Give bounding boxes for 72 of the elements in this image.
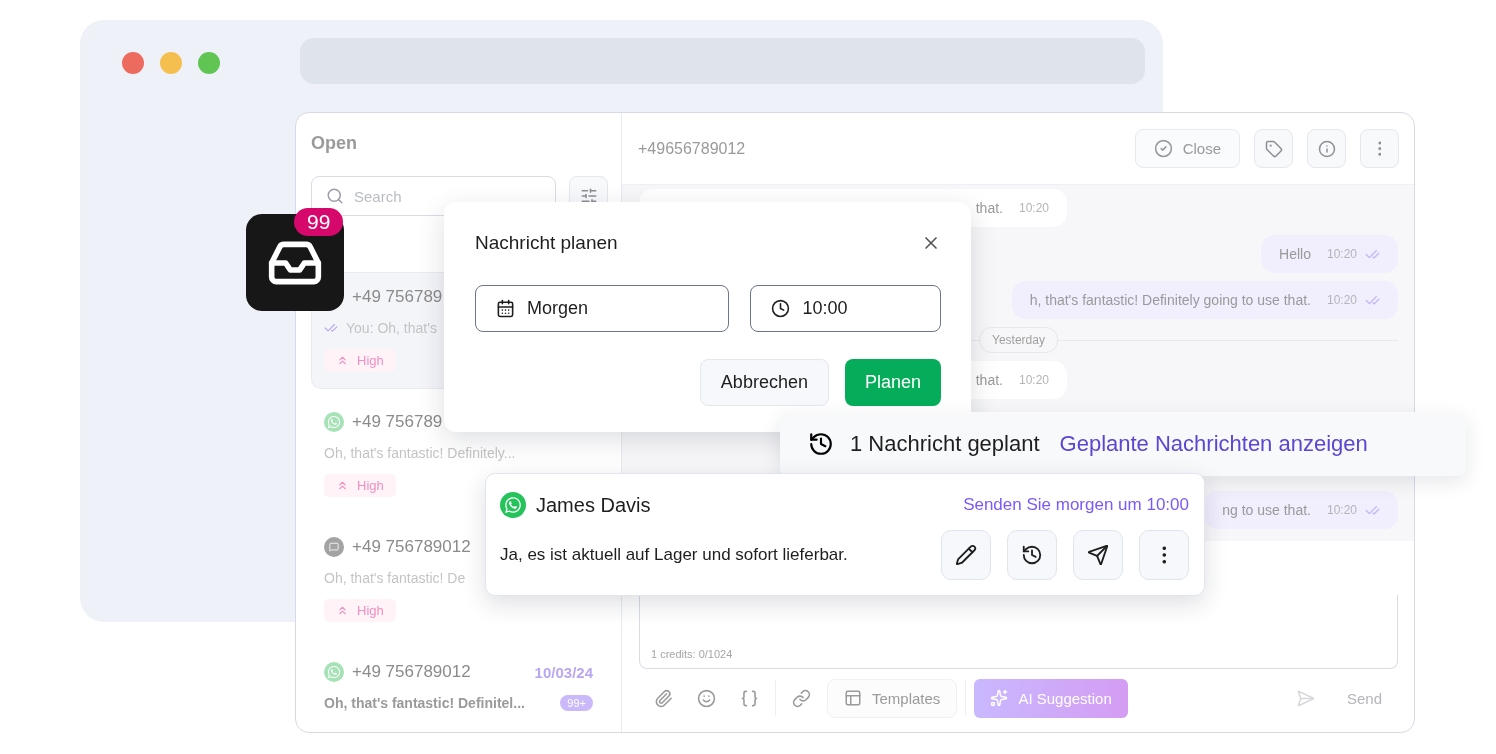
message-text: that. bbox=[975, 200, 1003, 216]
reschedule-button[interactable] bbox=[1007, 530, 1057, 580]
message-text: that. bbox=[975, 372, 1003, 388]
message-text: Hello bbox=[1279, 246, 1311, 262]
chat-bubble-icon bbox=[324, 537, 344, 557]
phone-number: +49 756789 bbox=[352, 287, 443, 307]
contact-name: James Davis bbox=[536, 493, 651, 517]
send-button[interactable] bbox=[1073, 530, 1123, 580]
edit-button[interactable] bbox=[941, 530, 991, 580]
message-time: 10:20 bbox=[1326, 293, 1357, 307]
search-icon bbox=[326, 187, 344, 205]
pencil-icon bbox=[955, 544, 977, 566]
window-dot[interactable] bbox=[160, 52, 182, 74]
message-preview: Oh, that's fantastic! Definitely... bbox=[324, 445, 516, 461]
clock-history-icon bbox=[1021, 544, 1043, 566]
send-icon bbox=[1087, 544, 1109, 566]
inbox-title: Open bbox=[311, 133, 358, 155]
view-scheduled-link[interactable]: Geplante Nachrichten anzeigen bbox=[1059, 431, 1368, 457]
scheduled-count: 1 Nachricht geplant bbox=[850, 431, 1040, 457]
whatsapp-icon bbox=[324, 412, 344, 432]
info-icon bbox=[1317, 139, 1336, 158]
scheduled-text: Ja, es ist aktuell auf Lager und sofort lieferbar. bbox=[500, 545, 848, 565]
sparkles-icon bbox=[990, 689, 1009, 707]
whatsapp-icon bbox=[500, 492, 526, 518]
message-preview: Oh, that's fantastic! De bbox=[324, 570, 466, 586]
clock-history-icon bbox=[808, 431, 834, 457]
sliders-icon bbox=[579, 186, 598, 205]
schedule-button[interactable]: Planen bbox=[844, 359, 941, 406]
send-time: Senden Sie morgen um 10:00 bbox=[963, 495, 1189, 515]
message-text: ng to use that. bbox=[1222, 502, 1311, 518]
dialog-title: Nachricht planen bbox=[475, 232, 618, 254]
calendar-icon bbox=[496, 299, 515, 318]
date-field[interactable]: Morgen bbox=[475, 285, 730, 332]
chevrons-up-icon bbox=[336, 604, 349, 617]
whatsapp-icon bbox=[324, 662, 344, 682]
credits-counter: 1 credits: 0/1024 bbox=[651, 648, 733, 660]
time-field[interactable]: 10:00 bbox=[750, 285, 941, 332]
priority-tag: High bbox=[324, 349, 396, 372]
window-dot[interactable] bbox=[122, 52, 144, 74]
templates-button[interactable]: Templates bbox=[827, 678, 958, 718]
priority-tag: High bbox=[324, 599, 396, 622]
message-input[interactable]: 1 credits: 0/1024 bbox=[639, 595, 1398, 669]
message-time: 10:20 bbox=[1326, 247, 1357, 261]
phone-number: +49 756789012 bbox=[352, 537, 471, 557]
message-text: h, that's fantastic! Definitely going to use that. bbox=[1029, 292, 1311, 308]
message-time: 10:20 bbox=[1326, 503, 1357, 517]
notification-badge: 99 bbox=[294, 208, 344, 236]
close-conversation-button[interactable]: Close bbox=[1134, 129, 1240, 168]
tag-button[interactable] bbox=[1254, 129, 1293, 168]
template-icon bbox=[844, 689, 862, 707]
ai-suggestion-button[interactable]: AI Suggestion bbox=[974, 678, 1128, 718]
window-dot[interactable] bbox=[198, 52, 220, 74]
message-preview: Oh, that's fantastic! Definitel... bbox=[324, 695, 525, 711]
conversation-date: 10/03/24 bbox=[534, 663, 593, 681]
inbox-app-icon[interactable] bbox=[246, 214, 344, 311]
tag-icon bbox=[1264, 139, 1283, 158]
check-circle-icon bbox=[1153, 139, 1173, 158]
chevrons-up-icon bbox=[336, 479, 349, 492]
phone-number: +49 756789 bbox=[352, 412, 443, 432]
message-time: 10:20 bbox=[1018, 373, 1049, 387]
chevrons-up-icon bbox=[336, 354, 349, 367]
cancel-button[interactable]: Abbrechen bbox=[699, 359, 829, 406]
info-button[interactable] bbox=[1307, 129, 1346, 168]
more-icon bbox=[1377, 141, 1382, 156]
unread-count: 99+ bbox=[560, 695, 593, 711]
contact-number: +49656789012 bbox=[638, 139, 746, 158]
message-time: 10:20 bbox=[1018, 201, 1049, 215]
clock-icon bbox=[771, 299, 791, 318]
priority-tag: High bbox=[324, 474, 396, 497]
date-divider: Yesterday bbox=[979, 327, 1058, 353]
phone-number: +49 756789012 bbox=[352, 662, 471, 682]
more-icon bbox=[1161, 546, 1167, 564]
